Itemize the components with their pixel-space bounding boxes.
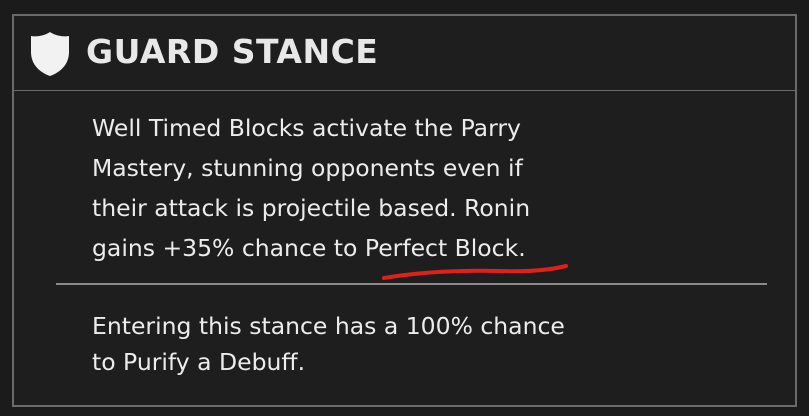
- description-line: their attack is projectile based. Ronin: [92, 194, 531, 222]
- description-line: Mastery, stunning opponents even if: [92, 154, 523, 182]
- description-line: Well Timed Blocks activate the Parry: [92, 114, 521, 142]
- note-line: to Purify a Debuff.: [92, 348, 306, 376]
- red-underline-annotation: [382, 264, 568, 280]
- ability-description: Well Timed Blocks activate the Parry Mas…: [92, 108, 712, 268]
- note-line: Entering this stance has a 100% chance: [92, 312, 565, 340]
- tooltip-frame: GUARD STANCE Well Timed Blocks activate …: [0, 0, 809, 416]
- ability-header: GUARD STANCE: [14, 16, 795, 90]
- header-divider: [14, 90, 795, 91]
- section-divider: [56, 283, 767, 285]
- ability-card: GUARD STANCE Well Timed Blocks activate …: [12, 14, 797, 407]
- ability-title: GUARD STANCE: [86, 32, 379, 71]
- ability-note: Entering this stance has a 100% chance t…: [92, 308, 712, 380]
- shield-icon: [31, 32, 69, 76]
